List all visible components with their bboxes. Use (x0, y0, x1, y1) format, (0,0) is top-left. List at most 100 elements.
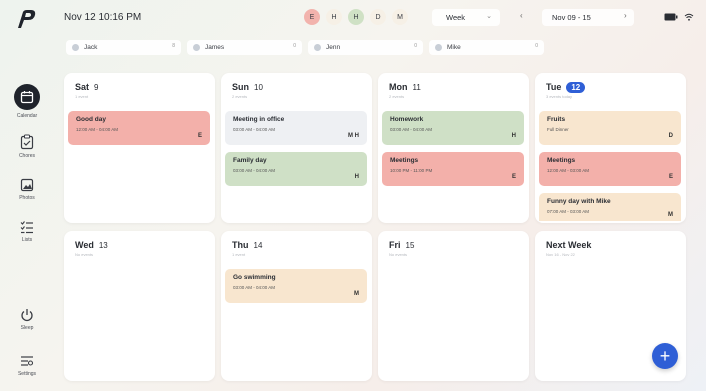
avatar (314, 44, 321, 51)
event-time: 10:00 PM - 11:00 PM (390, 168, 433, 173)
person-name: Jack (84, 44, 98, 51)
person-chip[interactable]: Jenn 0 (308, 40, 423, 55)
event-title: Meeting in office (233, 116, 285, 123)
family-member-filter[interactable]: D (370, 9, 386, 25)
person-name: Jenn (326, 44, 341, 51)
person-name: Mike (447, 44, 461, 51)
chores-icon (20, 134, 34, 150)
day-subtitle: No events (389, 252, 408, 257)
event-person: E (668, 174, 673, 180)
person-name: James (205, 44, 225, 51)
event-title: Good day (76, 116, 106, 123)
day-name: Tue (546, 82, 562, 92)
day-subtitle: 3 events today (546, 94, 573, 99)
sidebar-item-label: Settings (17, 371, 37, 377)
person-chip[interactable]: Jack 8 (66, 40, 181, 55)
sidebar-item-label: Chores (18, 153, 36, 159)
family-member-filter[interactable]: E (304, 9, 320, 25)
add-event-button[interactable]: + (652, 343, 678, 369)
current-datetime: Nov 12 10:16 PM (64, 12, 142, 23)
event-person: M H (348, 133, 359, 139)
day-card-thu[interactable]: Thu 14 1 event Go swimming 03:00 AM - 04:… (221, 231, 372, 381)
event-person: M (668, 212, 673, 218)
event-title: Fruits (547, 116, 566, 123)
day-name: Mon (389, 82, 408, 92)
date-range-select[interactable]: Nov 09 - 15 (542, 9, 634, 26)
people-row: Jack 8 James 0 Jenn 0 Mike 0 (66, 40, 544, 55)
event-title: Family day (233, 157, 267, 164)
prev-week-arrow-icon[interactable]: ‹ (520, 11, 523, 20)
event-card[interactable]: Meeting in office 03:00 AM - 04:00 AM M … (225, 111, 367, 145)
view-select-value: Week (446, 13, 466, 22)
person-chip[interactable]: James 0 (187, 40, 302, 55)
day-header: Tue 12 (546, 82, 586, 93)
family-filter: E H H D M (304, 9, 408, 27)
next-week-arrow-icon[interactable]: › (624, 11, 627, 20)
avatar (435, 44, 442, 51)
day-subtitle: Nov 16 - Nov 22 (546, 252, 575, 257)
person-count: 0 (414, 43, 417, 49)
event-title: Meetings (547, 157, 576, 164)
event-time: 12:00 AM - 03:00 AM (547, 168, 590, 173)
event-card[interactable]: Meetings 10:00 PM - 11:00 PM E (382, 152, 524, 186)
status-icons (664, 13, 694, 21)
event-card[interactable]: Meetings 12:00 AM - 03:00 AM E (539, 152, 681, 186)
event-time: 03:00 AM - 04:00 AM (233, 285, 276, 290)
event-card[interactable]: Homework 03:00 AM - 04:00 AM H (382, 111, 524, 145)
day-card-fri[interactable]: Fri 15 No events (378, 231, 529, 381)
event-title: Go swimming (233, 274, 276, 281)
sidebar-item-chores[interactable]: Chores (0, 134, 54, 159)
event-card[interactable]: Family day 03:00 AM - 04:00 AM H (225, 152, 367, 186)
event-person: H (511, 133, 516, 139)
sidebar-item-lists[interactable]: Lists (0, 220, 54, 243)
family-member-filter[interactable]: H (348, 9, 364, 25)
day-number: 9 (94, 83, 99, 92)
sidebar-item-label: Photos (19, 195, 35, 201)
event-card[interactable]: Good day 12:00 AM - 04:00 AM E (68, 111, 210, 145)
day-subtitle: No events (75, 252, 94, 257)
event-person: E (197, 133, 202, 139)
day-number: 13 (98, 241, 108, 250)
event-time: 03:00 AM - 04:00 AM (233, 127, 276, 132)
photos-icon (20, 178, 34, 192)
event-card[interactable]: Fruits Full Dinner D (539, 111, 681, 145)
day-name: Thu (232, 240, 249, 250)
sidebar-item-photos[interactable]: Photos (0, 178, 54, 201)
day-name: Sat (75, 82, 90, 92)
day-subtitle: 2 events (389, 94, 405, 99)
day-card-tue[interactable]: Tue 12 3 events today Fruits Full Dinner … (535, 73, 686, 223)
view-select[interactable]: Week ⌄ (432, 9, 500, 26)
event-card[interactable]: Funny day with Mike 07:00 AM - 03:00 AM … (539, 193, 681, 221)
event-person: M (354, 291, 359, 297)
event-title: Homework (390, 116, 424, 123)
battery-icon (664, 13, 678, 21)
sidebar-item-sleep[interactable]: Sleep (0, 308, 54, 331)
family-member-filter[interactable]: M (392, 9, 408, 25)
day-subtitle: 1 event (75, 94, 89, 99)
sidebar-item-label: Sleep (20, 325, 34, 331)
sidebar-item-calendar[interactable]: Calendar (0, 84, 54, 119)
day-number: 10 (254, 83, 263, 92)
day-header: Sun 10 (232, 82, 263, 92)
sidebar-item-settings[interactable]: Settings (0, 354, 54, 377)
day-card-sat[interactable]: Sat 9 1 event Good day 12:00 AM - 04:00 A… (64, 73, 215, 223)
day-number: 14 (253, 241, 263, 250)
person-chip[interactable]: Mike 0 (429, 40, 544, 55)
day-card-sun[interactable]: Sun 10 2 events Meeting in office 03:00 A… (221, 73, 372, 223)
day-name: Next Week (546, 240, 592, 250)
wifi-icon (684, 13, 694, 21)
person-count: 0 (293, 43, 296, 49)
date-range-value: Nov 09 - 15 (552, 13, 591, 22)
sidebar-item-label: Lists (21, 237, 33, 243)
day-name: Sun (232, 82, 249, 92)
event-time: 03:00 AM - 04:00 AM (390, 127, 433, 132)
app-logo-icon (18, 10, 36, 28)
day-card-wed[interactable]: Wed 13 No events (64, 231, 215, 381)
day-header: Mon 11 (389, 82, 421, 92)
day-name: Fri (389, 240, 401, 250)
event-card[interactable]: Go swimming 03:00 AM - 04:00 AM M (225, 269, 367, 303)
day-card-mon[interactable]: Mon 11 2 events Homework 03:00 AM - 04:00… (378, 73, 529, 223)
event-person: H (354, 174, 359, 180)
day-subtitle: 2 events (232, 94, 248, 99)
family-member-filter[interactable]: H (326, 9, 342, 25)
